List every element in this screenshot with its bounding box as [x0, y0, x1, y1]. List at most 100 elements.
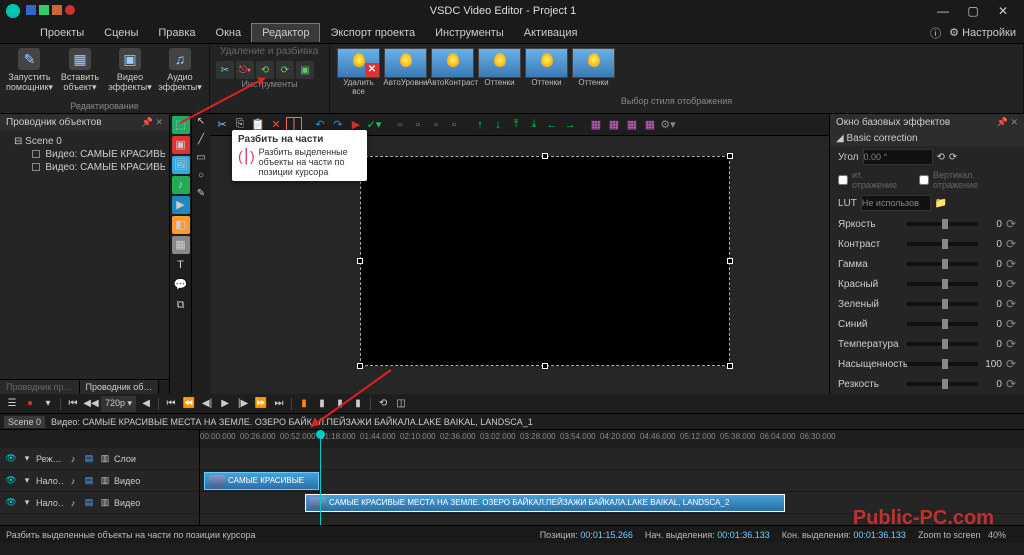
vt-cut-icon[interactable]: ✂	[214, 117, 230, 133]
close-button[interactable]: ✕	[988, 4, 1018, 18]
vt-dn-icon[interactable]: ↓	[490, 117, 506, 133]
arrow-cursor-icon[interactable]: ↖	[194, 116, 208, 130]
tree-node-2[interactable]: Видео: САМЫЕ КРАСИВЬ	[4, 161, 165, 174]
audio-effects-button[interactable]: ♫Аудио эффекты▾	[157, 46, 203, 92]
vt-lf-icon[interactable]: ←	[544, 117, 560, 133]
tl-prev-icon[interactable]: ⏮	[65, 396, 81, 412]
menu-windows[interactable]: Окна	[206, 24, 252, 42]
menu-activation[interactable]: Активация	[514, 24, 588, 42]
tl-row-0[interactable]: 👁▾Реж…♪▤▥Слои	[0, 448, 199, 470]
insert-object-button[interactable]: ▦Вставить объект▾	[57, 46, 103, 92]
add-sprite-icon[interactable]: ⬚	[172, 116, 190, 134]
tl-dd-icon[interactable]: ▾	[40, 396, 56, 412]
tl-rec-icon[interactable]: ●	[22, 396, 38, 412]
rotate-right-icon[interactable]: ⟳	[949, 152, 957, 163]
playhead[interactable]	[320, 430, 321, 525]
tl-menu-icon[interactable]: ☰	[4, 396, 20, 412]
add-video-icon[interactable]: ▣	[172, 136, 190, 154]
tl-play-icon[interactable]: ▶	[217, 396, 233, 412]
tl-prev2-icon[interactable]: ◀|	[199, 396, 215, 412]
add-counter-icon[interactable]: ⧉	[172, 296, 190, 314]
clip-2[interactable]: САМЫЕ КРАСИВЫЕ МЕСТА НА ЗЕМЛЕ. ОЗЕРО БАЙ…	[305, 494, 785, 512]
add-tooltip-icon[interactable]: 💬	[172, 276, 190, 294]
style-thumb-3[interactable]: Оттенки	[477, 48, 522, 96]
tl-step-back-icon[interactable]: ◀	[138, 396, 154, 412]
lut-select[interactable]	[861, 195, 931, 211]
clip-1[interactable]: САМЫЕ КРАСИВЫЕ	[204, 472, 319, 490]
help-icon[interactable]: ⓘ	[930, 25, 941, 41]
tl-marker1-icon[interactable]: ▮	[296, 396, 312, 412]
param-reset-8[interactable]: ⟳	[1006, 377, 1016, 391]
tree-node-0[interactable]: ⊟ Scene 0	[4, 135, 165, 148]
param-slider-6[interactable]	[907, 342, 978, 346]
video-effects-button[interactable]: ▣Видео эффекты▾	[107, 46, 153, 92]
tl-ff-icon[interactable]: ⏩	[253, 396, 269, 412]
tab-object-explorer[interactable]: Проводник об…	[80, 380, 160, 394]
pin-icon[interactable]: 📌	[142, 117, 153, 127]
cut-tool-icon[interactable]: ✂	[216, 61, 234, 79]
param-slider-1[interactable]	[907, 242, 978, 246]
vt-g3-icon[interactable]: ▦	[624, 117, 640, 133]
vt-top-icon[interactable]: ⤒	[508, 117, 524, 133]
tl-row-1[interactable]: 👁▾Нало…♪▤▥Видео	[0, 470, 199, 492]
track-video-2[interactable]: САМЫЕ КРАСИВЫЕ МЕСТА НА ЗЕМЛЕ. ОЗЕРО БАЙ…	[200, 492, 1024, 514]
style-thumb-1[interactable]: АвтоУровни	[383, 48, 428, 96]
add-audio-icon[interactable]: ♪	[172, 176, 190, 194]
rotate-tool-icon[interactable]: ⟲	[256, 61, 274, 79]
rect-icon[interactable]: ▭	[194, 152, 208, 166]
style-thumb-0[interactable]: ✕Удалить все	[336, 48, 381, 96]
tl-row-2[interactable]: 👁▾Нало…♪▤▥Видео	[0, 492, 199, 514]
panel-close-icon[interactable]: ✕	[155, 117, 163, 127]
style-thumb-4[interactable]: Оттенки	[524, 48, 569, 96]
add-text-icon[interactable]: T	[172, 256, 190, 274]
maximize-button[interactable]: ▢	[958, 4, 988, 18]
tl-next2-icon[interactable]: |▶	[235, 396, 251, 412]
ellipse-icon[interactable]: ○	[194, 170, 208, 184]
param-reset-4[interactable]: ⟳	[1006, 297, 1016, 311]
tl-res-badge[interactable]: 720p ▾	[101, 396, 136, 412]
add-image-icon[interactable]: 🖼	[172, 156, 190, 174]
vt-al3-icon[interactable]: ▫	[428, 117, 444, 133]
tl-marker4-icon[interactable]: ▮	[350, 396, 366, 412]
dropper-icon[interactable]: ✎	[194, 188, 208, 202]
param-slider-7[interactable]	[907, 362, 978, 366]
track-video-1[interactable]: САМЫЕ КРАСИВЫЕ	[200, 470, 1024, 492]
vt-al1-icon[interactable]: ▫	[392, 117, 408, 133]
crop-tool-icon[interactable]: ▣	[296, 61, 314, 79]
vt-g1-icon[interactable]: ▦	[588, 117, 604, 133]
vt-al4-icon[interactable]: ▫	[446, 117, 462, 133]
pin-icon[interactable]: 📌	[997, 117, 1008, 127]
param-reset-1[interactable]: ⟳	[1006, 237, 1016, 251]
param-reset-0[interactable]: ⟳	[1006, 217, 1016, 231]
tl-marker2-icon[interactable]: ▮	[314, 396, 330, 412]
menu-scenes[interactable]: Сцены	[94, 24, 148, 42]
add-shape-icon[interactable]: ▶	[172, 196, 190, 214]
add-grid-icon[interactable]: ▦	[172, 236, 190, 254]
object-tree[interactable]: ⊟ Scene 0 Видео: САМЫЕ КРАСИВЬ Видео: СА…	[0, 131, 169, 379]
split-tool-icon[interactable]: ⎋▾	[236, 61, 254, 79]
menu-tools[interactable]: Инструменты	[425, 24, 514, 42]
settings-button[interactable]: ⚙ Настройки	[949, 26, 1016, 39]
tab-project-explorer[interactable]: Проводник пр…	[0, 380, 80, 394]
param-reset-3[interactable]: ⟳	[1006, 277, 1016, 291]
tree-node-1[interactable]: Видео: САМЫЕ КРАСИВЬ	[4, 148, 165, 161]
tl-marker3-icon[interactable]: ▮	[332, 396, 348, 412]
vt-bot-icon[interactable]: ⤓	[526, 117, 542, 133]
tl-snap-icon[interactable]: ◫	[393, 396, 409, 412]
hflip-checkbox[interactable]	[838, 175, 848, 185]
tl-loop-icon[interactable]: ⟲	[375, 396, 391, 412]
vt-up-icon[interactable]: ↑	[472, 117, 488, 133]
param-slider-5[interactable]	[907, 322, 978, 326]
menu-export[interactable]: Экспорт проекта	[320, 24, 425, 42]
param-reset-5[interactable]: ⟳	[1006, 317, 1016, 331]
scene-badge[interactable]: Scene 0	[4, 416, 45, 428]
vt-al2-icon[interactable]: ▫	[410, 117, 426, 133]
menu-editor[interactable]: Редактор	[251, 23, 320, 42]
vt-g2-icon[interactable]: ▦	[606, 117, 622, 133]
tl-back-icon[interactable]: ◀◀	[83, 396, 99, 412]
param-slider-4[interactable]	[907, 302, 978, 306]
angle-input[interactable]	[863, 149, 933, 165]
vt-g4-icon[interactable]: ▦	[642, 117, 658, 133]
panel-close-icon[interactable]: ✕	[1010, 117, 1018, 127]
menu-edit[interactable]: Правка	[148, 24, 205, 42]
